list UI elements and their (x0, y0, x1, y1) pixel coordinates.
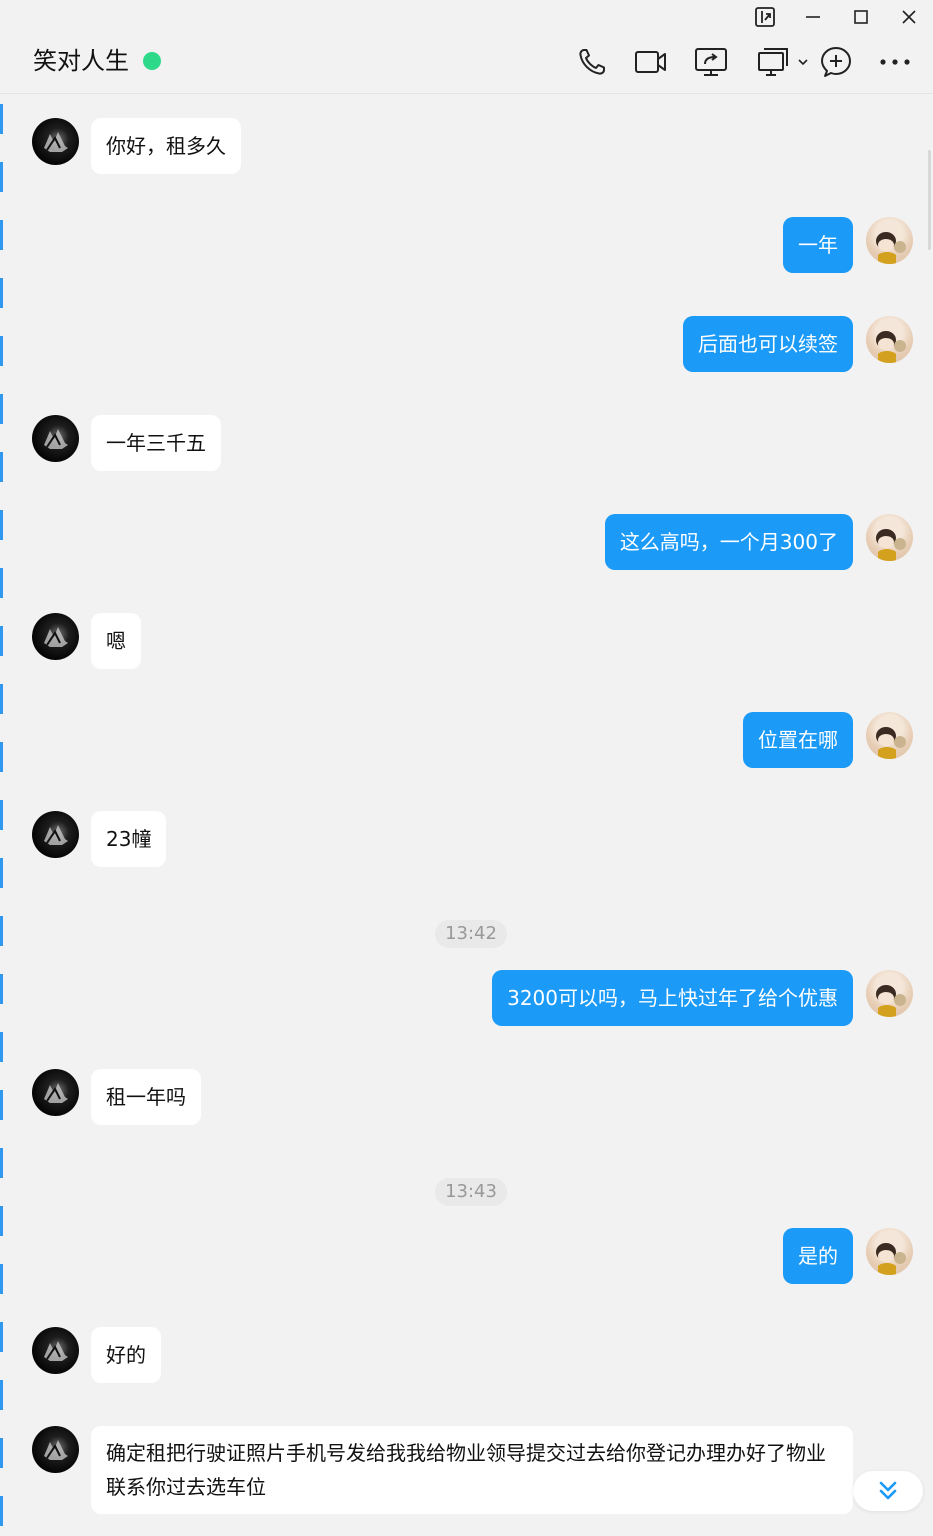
contact-avatar[interactable] (32, 811, 79, 858)
message-bubble-outgoing[interactable]: 这么高吗，一个月300了 (604, 514, 853, 570)
window-controls (741, 0, 933, 34)
close-icon[interactable] (885, 0, 933, 34)
message-bubble-incoming[interactable]: 好的 (91, 1327, 161, 1383)
remote-assist-icon[interactable] (754, 42, 810, 82)
contact-avatar[interactable] (32, 118, 79, 165)
message-bubble-outgoing[interactable]: 是的 (783, 1228, 853, 1284)
message-bubble-outgoing[interactable]: 3200可以吗，马上快过年了给个优惠 (492, 970, 853, 1026)
add-member-icon[interactable] (818, 42, 854, 82)
contact-avatar[interactable] (32, 1069, 79, 1116)
message-bubble-incoming[interactable]: 23幢 (91, 811, 167, 867)
online-status-dot (143, 52, 161, 70)
message-bubble-outgoing[interactable]: 后面也可以续签 (683, 316, 853, 372)
contact-avatar[interactable] (32, 1327, 79, 1374)
more-icon[interactable] (876, 42, 914, 82)
contact-avatar[interactable] (32, 613, 79, 660)
message-bubble-incoming[interactable]: 租一年吗 (91, 1069, 201, 1125)
my-avatar[interactable] (866, 217, 913, 264)
message-bubble-incoming[interactable]: 一年三千五 (91, 415, 221, 471)
screen-share-icon[interactable] (692, 42, 730, 82)
minimize-icon[interactable] (789, 0, 837, 34)
timestamp: 13:43 (435, 1178, 507, 1206)
contact-avatar[interactable] (32, 415, 79, 462)
message-bubble-incoming[interactable]: 你好，租多久 (91, 118, 241, 174)
contact-avatar[interactable] (32, 1426, 79, 1473)
phone-icon[interactable] (574, 42, 610, 82)
chat-area: 你好，租多久 一年 后面也可以续签 一年三千五 这么高吗，一个月300了 嗯 位… (0, 94, 933, 1536)
maximize-icon[interactable] (837, 0, 885, 34)
my-avatar[interactable] (866, 514, 913, 561)
message-bubble-outgoing[interactable]: 一年 (783, 217, 853, 273)
contact-name[interactable]: 笑对人生 (33, 46, 129, 76)
message-bubble-incoming[interactable]: 确定租把行驶证照片手机号发给我我给物业领导提交过去给你登记办理办好了物业联系你过… (91, 1426, 853, 1514)
timestamp: 13:42 (435, 920, 507, 948)
double-chevron-down-icon (879, 1481, 897, 1500)
my-avatar[interactable] (866, 970, 913, 1017)
my-avatar[interactable] (866, 1228, 913, 1275)
message-bubble-incoming[interactable]: 嗯 (91, 613, 141, 669)
my-avatar[interactable] (866, 316, 913, 363)
chat-header: 笑对人生 (0, 34, 933, 94)
scroll-to-bottom-button[interactable] (853, 1471, 923, 1511)
my-avatar[interactable] (866, 712, 913, 759)
message-bubble-outgoing[interactable]: 位置在哪 (743, 712, 853, 768)
pin-icon[interactable] (741, 0, 789, 34)
video-icon[interactable] (633, 42, 669, 82)
